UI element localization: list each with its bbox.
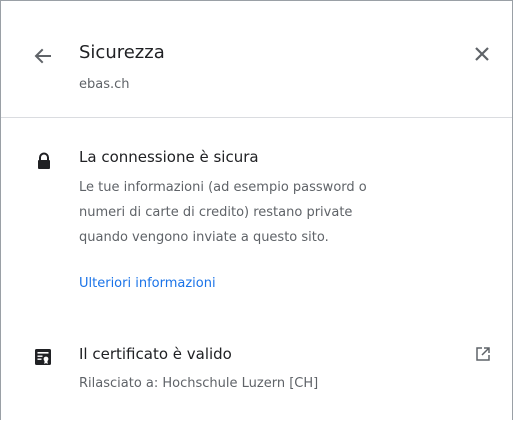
- page-title: Sicurezza: [79, 42, 165, 63]
- panel-header: Sicurezza ebas.ch: [1, 1, 512, 117]
- certificate-status-title: Il certificato è valido: [79, 345, 232, 363]
- close-button[interactable]: [471, 43, 493, 65]
- connection-description-line: Le tue informazioni (ad esempio password…: [79, 180, 367, 195]
- header-divider: [1, 117, 512, 118]
- connection-description: Le tue informazioni (ad esempio password…: [79, 175, 489, 250]
- learn-more-link[interactable]: Ulteriori informazioni: [79, 276, 216, 291]
- connection-description-line: numeri di carte di credito) restano priv…: [79, 205, 353, 220]
- arrow-back-icon: [34, 48, 51, 64]
- open-external-icon[interactable]: [475, 346, 491, 362]
- connection-description-line: quando vengono inviate a questo sito.: [79, 230, 329, 245]
- lock-icon: [36, 152, 52, 170]
- site-domain: ebas.ch: [79, 77, 130, 92]
- certificate-icon: [34, 348, 52, 366]
- connection-status-title: La connessione è sicura: [79, 148, 259, 166]
- certificate-row[interactable]: Il certificato è valido Rilasciato a: Ho…: [1, 331, 512, 391]
- close-icon: [475, 47, 489, 61]
- certificate-issued-to: Rilasciato a: Hochschule Luzern [CH]: [79, 376, 319, 391]
- back-button[interactable]: [32, 45, 54, 67]
- site-info-panel: Sicurezza ebas.ch La connessione è sicur…: [0, 0, 513, 420]
